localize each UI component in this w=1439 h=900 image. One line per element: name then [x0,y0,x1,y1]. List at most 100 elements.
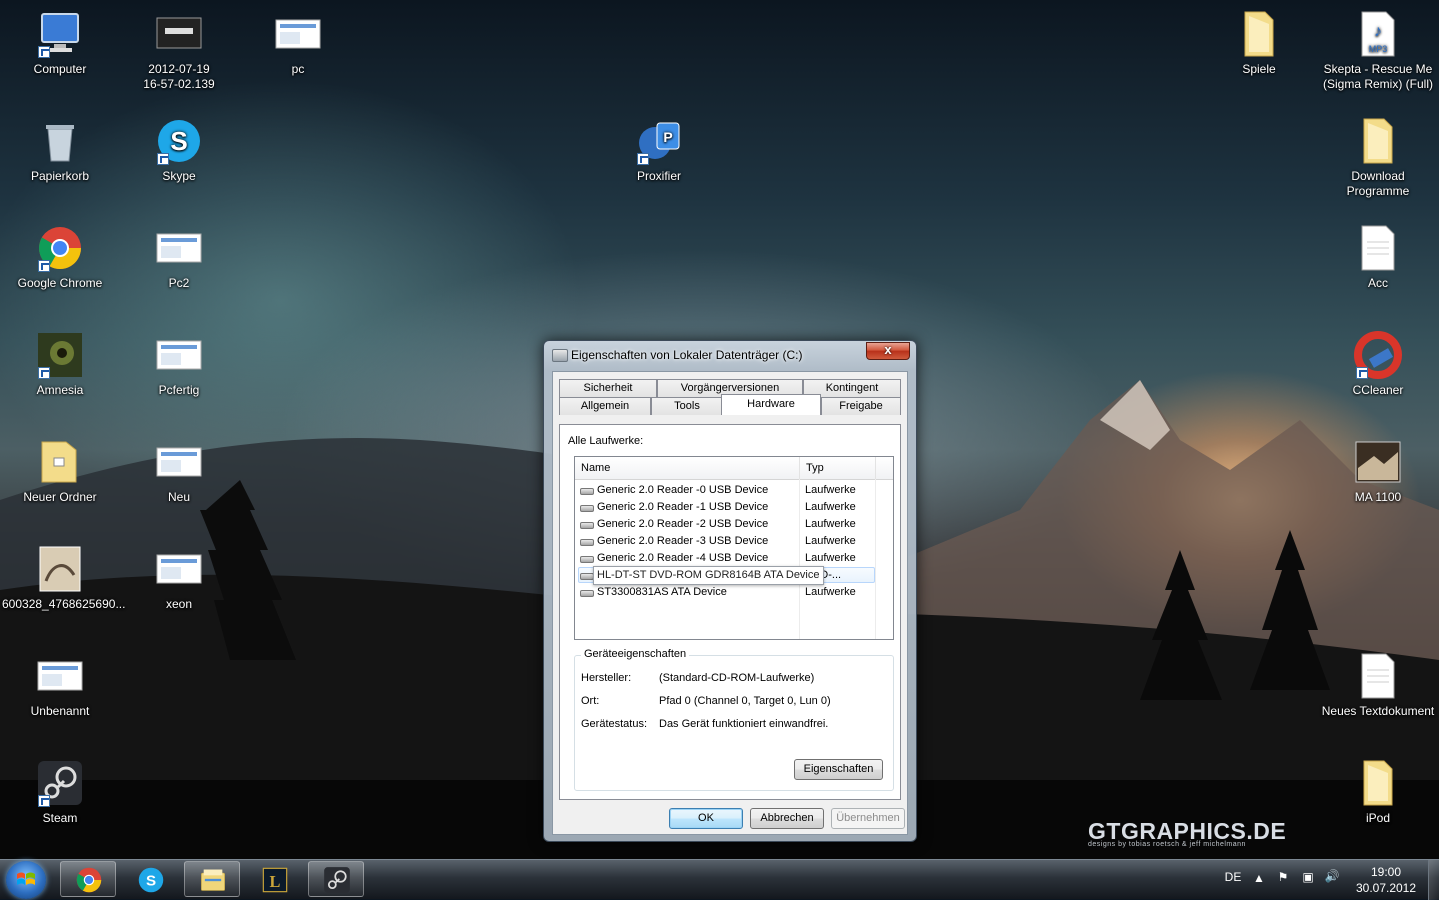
dialog-client-area: Sicherheit Vorgängerversionen Kontingent… [552,371,908,835]
desktop-icon-new-text-document[interactable]: Neues Textdokument [1320,644,1436,719]
taskbar-skype-button[interactable]: S [122,861,178,897]
desktop-icon-photo[interactable]: 600328_4768625690... [2,537,125,612]
list-item[interactable]: Generic 2.0 Reader -4 USB Device Laufwer… [575,550,893,567]
device-properties-title: Geräteeigenschaften [581,648,690,660]
folder-icon [1354,759,1402,807]
shortcut-arrow-icon [38,367,50,379]
tab-allgemein[interactable]: Allgemein [559,397,651,415]
dvd-drive-icon [580,573,594,580]
desktop-icon-label: Neuer Ordner [23,490,97,504]
clock-date[interactable]: 30.07.2012 [1350,881,1422,895]
desktop-icon-ipod[interactable]: iPod [1320,751,1436,826]
desktop-icon-new-folder[interactable]: Neuer Ordner [2,430,118,505]
skype-icon: S [138,867,164,893]
proxifier-icon: P [635,117,683,165]
column-header-name[interactable]: Name [575,457,800,479]
tab-hardware[interactable]: Hardware [721,394,821,415]
image-file-icon [1354,438,1402,486]
apply-button[interactable]: Übernehmen [831,808,905,829]
image-file-icon [155,224,203,272]
image-file-icon [36,545,84,593]
desktop-icon-label: Neu [167,490,190,504]
desktop-icon-ccleaner[interactable]: CCleaner [1320,323,1436,398]
taskbar-steam-button[interactable] [308,861,364,897]
device-properties-group: Geräteeigenschaften Hersteller: (Standar… [574,648,894,791]
column-header-type[interactable]: Typ [800,457,876,479]
device-properties-button[interactable]: Eigenschaften [794,759,883,780]
device-name: Generic 2.0 Reader -4 USB Device [597,552,769,564]
device-name: Generic 2.0 Reader -0 USB Device [597,484,769,496]
ok-button[interactable]: OK [669,808,743,829]
list-item[interactable]: Generic 2.0 Reader -2 USB Device Laufwer… [575,516,893,533]
desktop-icon-ma1100[interactable]: MA 1100 [1320,430,1436,505]
desktop-icon-label: Papierkorb [30,169,90,183]
desktop-icon-pc2[interactable]: Pc2 [121,216,237,291]
device-name: Generic 2.0 Reader -3 USB Device [597,535,769,547]
drives-list[interactable]: Name Typ Generic 2.0 Reader -0 USB Devic… [574,456,894,640]
show-hidden-icons-icon[interactable]: ▲ [1252,871,1266,885]
desktop-icon-spiele[interactable]: Spiele [1201,2,1317,77]
list-item-selected[interactable]: HL-DT-ST DVD-ROM GDR8164B ATA Device VCD… [575,566,893,585]
desktop-icon-steam[interactable]: Steam [2,751,118,826]
list-item[interactable]: Generic 2.0 Reader -3 USB Device Laufwer… [575,533,893,550]
desktop-icon-label: Pc2 [168,276,190,290]
desktop-icon-label: Google Chrome [17,276,103,290]
desktop-icon-label: xeon [165,597,193,611]
desktop-icon-recycle-bin[interactable]: Papierkorb [2,109,118,184]
device-name: ST3300831AS ATA Device [597,586,727,598]
desktop-icon-label: 2012-07-19 16-57-02.139 [143,62,215,91]
language-indicator[interactable]: DE [1218,870,1248,884]
folder-icon [1235,10,1283,58]
desktop-icon-unbenannt[interactable]: Unbenannt [2,644,118,719]
drives-list-header: Name Typ [575,457,893,480]
start-button[interactable] [6,861,46,899]
desktop-icon-computer[interactable]: Computer [2,2,118,77]
desktop-icon-download-programme[interactable]: Download Programme [1320,109,1436,199]
skype-icon: S [155,117,203,165]
desktop-icon-proxifier[interactable]: P Proxifier [601,109,717,184]
network-icon[interactable]: ▣ [1298,870,1318,884]
desktop-icon-google-chrome[interactable]: Google Chrome [2,216,118,291]
steam-icon [324,867,350,893]
desktop-icon-neu[interactable]: Neu [121,430,237,505]
desktop-icon-amnesia[interactable]: Amnesia [2,323,118,398]
tab-tools[interactable]: Tools [651,397,723,415]
desktop-icon-label: Steam [42,811,78,825]
explorer-icon [201,869,225,891]
drive-icon [580,505,594,512]
desktop-icon-screenshot-file[interactable]: 2012-07-19 16-57-02.139 [121,2,237,92]
list-item[interactable]: Generic 2.0 Reader -0 USB Device Laufwer… [575,482,893,499]
drive-icon [580,539,594,546]
list-item[interactable]: ST3300831AS ATA Device Laufwerke [575,584,893,601]
taskbar-league-button[interactable]: L [246,861,302,897]
desktop-icon-pc[interactable]: pc [240,2,356,77]
computer-icon [36,10,84,58]
dialog-titlebar[interactable]: Eigenschaften von Lokaler Datenträger (C… [544,341,916,369]
tab-freigabe[interactable]: Freigabe [821,397,901,415]
tab-sicherheit[interactable]: Sicherheit [559,379,657,397]
desktop-icon-skype[interactable]: S Skype [121,109,237,184]
close-button[interactable]: x [866,342,910,360]
desktop-icon-xeon[interactable]: xeon [121,537,237,612]
desktop-icon-acc[interactable]: Acc [1320,216,1436,291]
recycle-bin-icon [36,117,84,165]
show-desktop-button[interactable] [1428,860,1439,900]
action-center-flag-icon[interactable]: ⚑ [1274,870,1292,884]
svg-text:S: S [170,126,187,156]
list-item[interactable]: Generic 2.0 Reader -1 USB Device Laufwer… [575,499,893,516]
clock-time[interactable]: 19:00 [1350,865,1422,879]
desktop-icon-pcfertig[interactable]: Pcfertig [121,323,237,398]
device-type: Laufwerke [805,484,856,496]
svg-text:P: P [663,129,672,145]
manufacturer-value: (Standard-CD-ROM-Laufwerke) [659,672,815,684]
desktop-icon-mp3[interactable]: ♪ MP3 Skepta - Rescue Me (Sigma Remix) (F… [1320,2,1436,92]
desktop-icon-label: Skype [162,169,196,183]
device-type: Laufwerke [805,535,856,547]
taskbar-chrome-button[interactable] [60,861,116,897]
taskbar-explorer-button[interactable] [184,861,240,897]
cancel-button[interactable]: Abbrechen [750,808,824,829]
drive-icon [552,349,568,362]
svg-text:L: L [270,872,281,891]
volume-icon[interactable]: 🔊 [1322,869,1342,883]
folder-icon [36,438,84,486]
